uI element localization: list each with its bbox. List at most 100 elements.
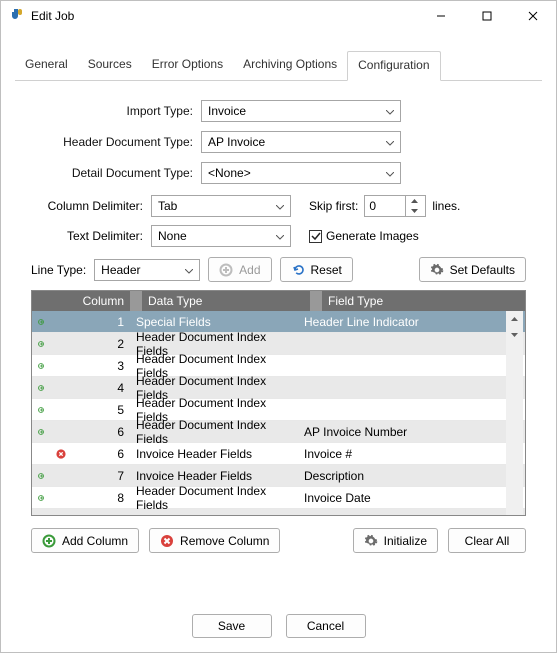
- checkbox-icon: [309, 230, 322, 243]
- scroll-up-icon[interactable]: [506, 311, 523, 327]
- line-type-label: Line Type:: [31, 263, 86, 277]
- row-column-num: 4: [72, 381, 130, 395]
- row-status-icon: [32, 316, 50, 328]
- gear-icon: [430, 263, 444, 277]
- app-icon: [9, 8, 25, 24]
- skip-first-input[interactable]: [365, 199, 405, 213]
- add-line-label: Add: [239, 263, 260, 277]
- import-type-select[interactable]: Invoice: [201, 100, 401, 122]
- chevron-down-icon: [386, 166, 394, 180]
- row-column-num: 3: [72, 359, 130, 373]
- line-type-select[interactable]: Header: [94, 259, 200, 281]
- row-error-icon: [50, 514, 72, 517]
- col-header-datatype[interactable]: Data Type: [142, 294, 310, 308]
- window-title: Edit Job: [31, 9, 418, 23]
- set-defaults-button[interactable]: Set Defaults: [419, 257, 526, 282]
- initialize-label: Initialize: [384, 534, 427, 548]
- row-fieldtype: Invoice #: [298, 447, 525, 461]
- row-fieldtype: Invoice Date: [298, 513, 525, 517]
- row-datatype: Header Document Index Fields: [130, 418, 298, 446]
- add-column-button[interactable]: Add Column: [31, 528, 139, 553]
- row-status-icon: [32, 382, 50, 394]
- row-status-icon: [32, 360, 50, 372]
- lines-label: lines.: [432, 199, 460, 213]
- row-column-num: 1: [72, 315, 130, 329]
- reset-label: Reset: [311, 263, 342, 277]
- row-column-num: 8: [72, 491, 130, 505]
- row-datatype: Invoice Header Fields: [130, 447, 298, 461]
- row-fieldtype: Description: [298, 469, 525, 483]
- gear-icon: [364, 534, 378, 548]
- save-button[interactable]: Save: [192, 614, 272, 638]
- tab-archiving-options[interactable]: Archiving Options: [233, 51, 347, 80]
- detail-doc-type-select[interactable]: <None>: [201, 162, 401, 184]
- table-header: Column Data Type Field Type: [32, 291, 525, 311]
- config-form: Import Type: Invoice Header Document Typ…: [1, 81, 556, 184]
- row-status-icon: [32, 426, 50, 438]
- chevron-down-icon: [276, 229, 284, 243]
- row-datatype: Special Fields: [130, 315, 298, 329]
- skip-first-label: Skip first:: [309, 199, 358, 213]
- row-column-num: 6: [72, 447, 130, 461]
- reset-button[interactable]: Reset: [280, 257, 353, 282]
- close-button[interactable]: [510, 1, 556, 31]
- header-doc-type-select[interactable]: AP Invoice: [201, 131, 401, 153]
- cancel-button[interactable]: Cancel: [286, 614, 366, 638]
- table-row[interactable]: 6Header Document Index FieldsAP Invoice …: [32, 421, 525, 443]
- spinner-arrows[interactable]: [405, 196, 423, 216]
- detail-doc-type-value: <None>: [208, 166, 251, 180]
- row-status-icon: [32, 338, 50, 350]
- column-delim-select[interactable]: Tab: [151, 195, 291, 217]
- tab-sources[interactable]: Sources: [78, 51, 142, 80]
- detail-doc-type-label: Detail Document Type:: [31, 166, 201, 180]
- tab-general[interactable]: General: [15, 51, 78, 80]
- row-datatype: Invoice Header Fields: [130, 513, 298, 517]
- remove-column-label: Remove Column: [180, 534, 269, 548]
- initialize-button[interactable]: Initialize: [353, 528, 438, 553]
- row-datatype: Header Document Index Fields: [130, 484, 298, 512]
- maximize-button[interactable]: [464, 1, 510, 31]
- chevron-down-icon: [386, 135, 394, 149]
- spinner-down-icon[interactable]: [406, 206, 423, 216]
- skip-first-spinner[interactable]: [364, 195, 426, 217]
- table-row[interactable]: 8Header Document Index FieldsInvoice Dat…: [32, 487, 525, 509]
- spinner-up-icon[interactable]: [406, 196, 423, 206]
- import-type-label: Import Type:: [31, 104, 201, 118]
- undo-icon: [291, 263, 305, 277]
- columns-table: Column Data Type Field Type 1Special Fie…: [31, 290, 526, 516]
- row-column-num: 6: [72, 425, 130, 439]
- table-row[interactable]: 6Invoice Header FieldsInvoice #: [32, 443, 525, 465]
- add-line-button[interactable]: Add: [208, 257, 271, 282]
- text-delim-value: None: [158, 229, 187, 243]
- chevron-down-icon: [276, 199, 284, 213]
- tab-configuration[interactable]: Configuration: [347, 51, 440, 81]
- clear-all-button[interactable]: Clear All: [448, 528, 526, 553]
- minimize-button[interactable]: [418, 1, 464, 31]
- import-type-value: Invoice: [208, 104, 246, 118]
- add-column-label: Add Column: [62, 534, 128, 548]
- generate-images-checkbox[interactable]: Generate Images: [309, 229, 419, 243]
- row-status-icon: [32, 492, 50, 504]
- chevron-down-icon: [386, 104, 394, 118]
- row-datatype: Invoice Header Fields: [130, 469, 298, 483]
- scroll-down-icon[interactable]: [506, 327, 523, 343]
- row-fieldtype: Invoice Date: [298, 491, 525, 505]
- row-column-num: 8: [72, 513, 130, 517]
- row-status-icon: [32, 404, 50, 416]
- titlebar: Edit Job: [1, 1, 556, 31]
- header-doc-type-value: AP Invoice: [208, 135, 265, 149]
- vertical-scrollbar[interactable]: [506, 311, 523, 515]
- text-delim-label: Text Delimiter:: [31, 229, 151, 243]
- col-header-fieldtype[interactable]: Field Type: [322, 294, 525, 308]
- row-error-icon: [50, 448, 72, 460]
- column-delim-value: Tab: [158, 199, 177, 213]
- col-header-column[interactable]: Column: [72, 294, 130, 308]
- tab-error-options[interactable]: Error Options: [142, 51, 233, 80]
- plus-icon: [42, 534, 56, 548]
- chevron-down-icon: [185, 263, 193, 277]
- remove-column-button[interactable]: Remove Column: [149, 528, 280, 553]
- text-delim-select[interactable]: None: [151, 225, 291, 247]
- row-fieldtype: Header Line Indicator: [298, 315, 525, 329]
- line-type-value: Header: [101, 263, 140, 277]
- tab-bar: General Sources Error Options Archiving …: [15, 31, 542, 81]
